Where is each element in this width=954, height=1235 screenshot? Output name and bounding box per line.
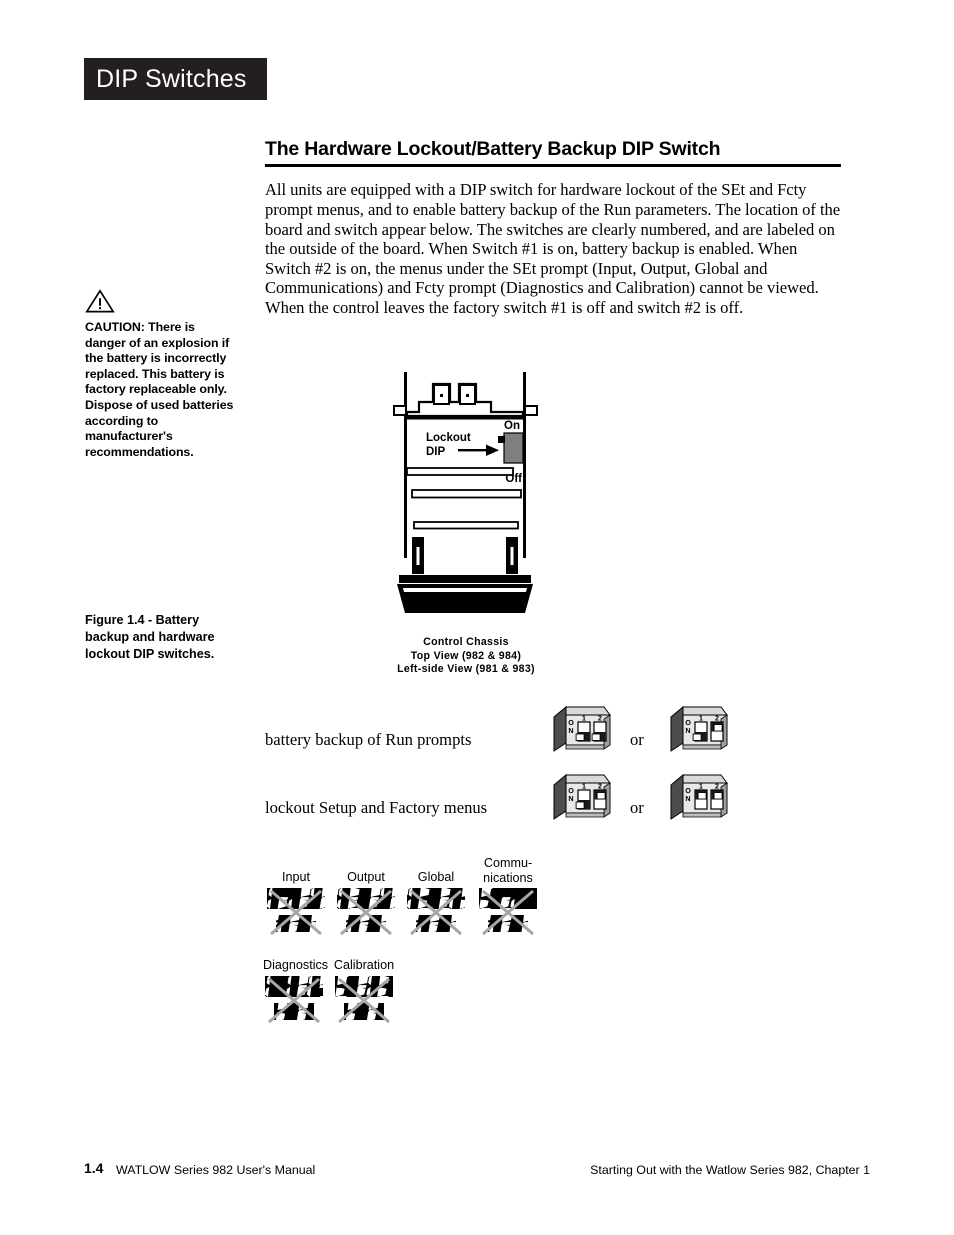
dip-switch-pack: ON12 bbox=[669, 771, 731, 828]
footer-chapter-title: Starting Out with the Watlow Series 982,… bbox=[590, 1163, 870, 1177]
svg-text:N: N bbox=[568, 726, 573, 735]
strikethrough-x-icon bbox=[410, 889, 462, 935]
prompt-group: Output bbox=[335, 870, 397, 936]
chapter-tab: DIP Switches bbox=[84, 58, 267, 100]
strikethrough-x-icon bbox=[268, 977, 320, 1023]
dip-option-label: lockout Setup and Factory menus bbox=[265, 798, 488, 817]
prompt-group: Input bbox=[265, 870, 327, 936]
page-footer: 1.4 WATLOW Series 982 User's Manual Star… bbox=[84, 1160, 870, 1180]
prompt-title: Commu- bbox=[483, 856, 533, 870]
chassis-lockout-label-2: DIP bbox=[426, 446, 446, 458]
strikethrough-x-icon bbox=[270, 889, 322, 935]
svg-text:N: N bbox=[685, 794, 690, 803]
warning-triangle-icon bbox=[85, 289, 237, 318]
dip-option-label: battery backup of Run prompts bbox=[265, 730, 472, 749]
prompt-group: Commu-nications bbox=[477, 856, 539, 936]
prompt-title: Global bbox=[417, 870, 455, 884]
strikethrough-x-icon bbox=[340, 889, 392, 935]
prompt-title: Input bbox=[281, 870, 310, 884]
prompt-title: Diagnostics bbox=[263, 958, 329, 972]
prompt-title-line-2: nications bbox=[483, 870, 533, 885]
dip-option-or-text: or bbox=[630, 730, 644, 749]
chassis-caption-line-3: Left-side View (981 & 983) bbox=[397, 663, 535, 676]
caution-text: CAUTION: There is danger of an explosion… bbox=[85, 320, 234, 459]
section-body-text: All units are equipped with a DIP switch… bbox=[265, 180, 841, 317]
prompt-display-stack bbox=[263, 975, 325, 1024]
strikethrough-x-icon bbox=[482, 889, 534, 936]
dip-option-row-lockout: lockout Setup and Factory menus ON12 or … bbox=[265, 768, 745, 828]
footer-page-number: 1.4 bbox=[84, 1160, 104, 1176]
prompt-display-stack bbox=[333, 975, 395, 1024]
dip-option-row-battery-backup: battery backup of Run prompts ON12 or ON… bbox=[265, 700, 745, 760]
chassis-on-label: On bbox=[504, 420, 520, 432]
prompt-group: Diagnostics bbox=[263, 958, 329, 1024]
footer-manual-title: WATLOW Series 982 User's Manual bbox=[116, 1163, 316, 1177]
chassis-caption: Control Chassis Top View (982 & 984) Lef… bbox=[376, 636, 556, 677]
chassis-diagram: On Off Lockout DIP Control Chassis Top V… bbox=[386, 372, 546, 677]
chassis-caption-line-1: Control Chassis bbox=[423, 636, 509, 648]
dip-switch-pack: ON12 bbox=[669, 703, 731, 760]
chassis-caption-line-2: Top View (982 & 984) bbox=[410, 649, 522, 662]
prompt-display-stack bbox=[477, 888, 539, 936]
section-heading: The Hardware Lockout/Battery Backup DIP … bbox=[265, 138, 841, 168]
dip-switch-pack: ON12 bbox=[552, 703, 614, 760]
figure-caption: Figure 1.4 - Battery backup and hardware… bbox=[85, 613, 215, 661]
svg-text:N: N bbox=[568, 794, 573, 803]
main-content-column: The Hardware Lockout/Battery Backup DIP … bbox=[265, 138, 841, 318]
prompt-display-stack bbox=[265, 887, 327, 936]
prompt-display-stack bbox=[335, 887, 397, 936]
chassis-lockout-label-1: Lockout bbox=[426, 432, 471, 444]
prompt-group: Global bbox=[405, 870, 467, 936]
dip-option-or-text: or bbox=[630, 798, 644, 817]
dip-switch-pack: ON12 bbox=[552, 771, 614, 828]
svg-text:N: N bbox=[685, 726, 690, 735]
prompt-title: Calibration bbox=[333, 958, 395, 972]
chassis-diagram-svg: On Off Lockout DIP bbox=[393, 372, 538, 613]
strikethrough-x-icon bbox=[338, 977, 390, 1023]
prompt-display-stack bbox=[405, 887, 467, 936]
caution-block: CAUTION: There is danger of an explosion… bbox=[85, 289, 237, 460]
prompt-group: Calibration bbox=[333, 958, 395, 1024]
chapter-tab-label: DIP Switches bbox=[96, 64, 247, 93]
prompt-title: Output bbox=[347, 870, 385, 884]
